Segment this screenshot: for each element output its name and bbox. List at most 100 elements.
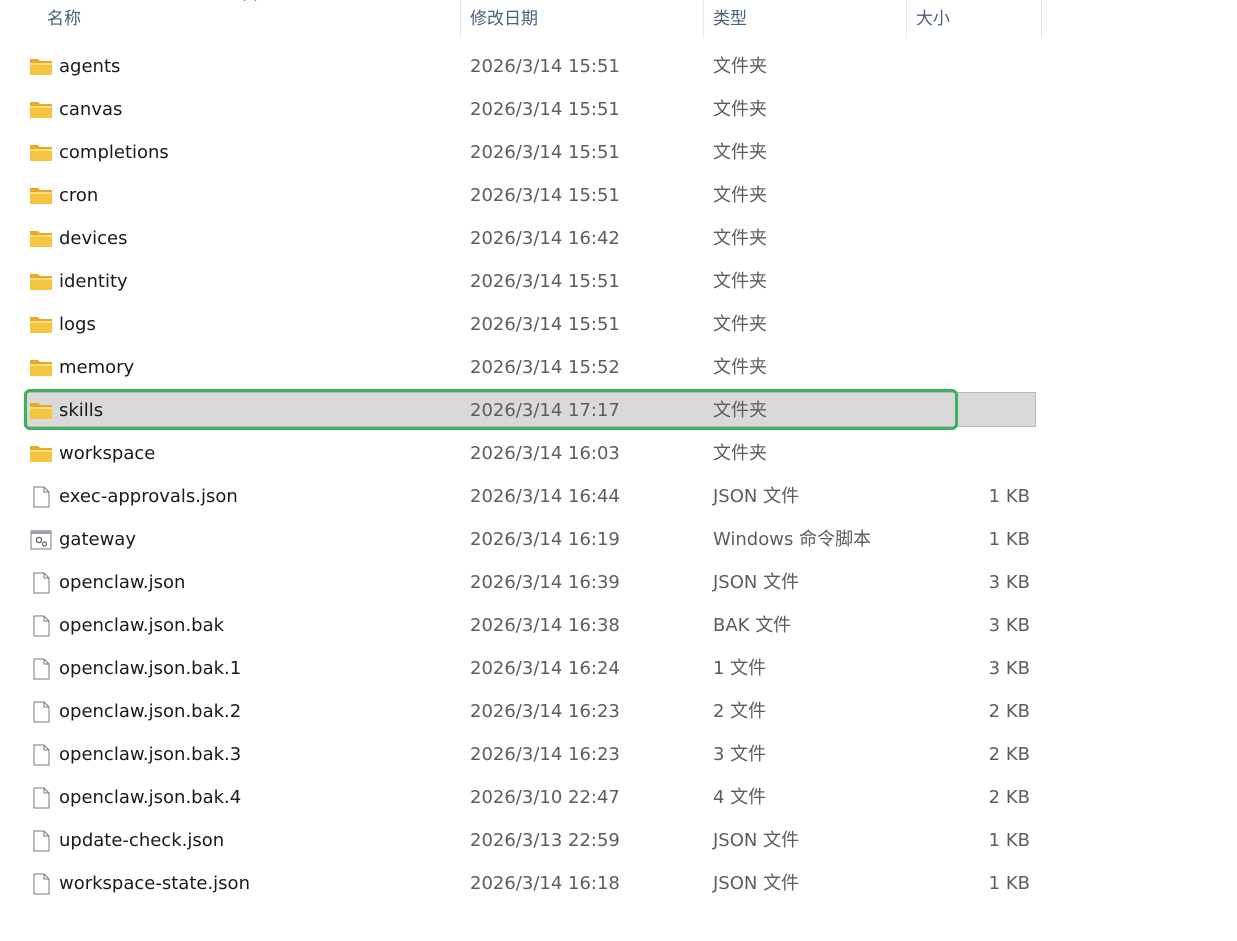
file-list: agents 2026/3/14 15:51 文件夹 canvas 2026/3/14 … [0, 45, 1237, 905]
file-name: workspace-state.json [59, 873, 250, 894]
folder-icon [30, 403, 52, 419]
file-date-modified: 2026/3/14 17:17 [470, 400, 620, 421]
file-row[interactable]: agents 2026/3/14 15:51 文件夹 [0, 45, 1237, 88]
folder-icon [30, 102, 52, 118]
file-name: logs [59, 314, 96, 335]
file-date-modified: 2026/3/14 16:23 [470, 701, 620, 722]
file-size: 1 KB [988, 873, 1030, 894]
file-row[interactable]: openclaw.json.bak.1 2026/3/14 16:24 1 文件 3 … [0, 647, 1237, 690]
file-date-modified: 2026/3/14 15:51 [470, 271, 620, 292]
file-date-modified: 2026/3/14 16:18 [470, 873, 620, 894]
header-type[interactable]: 类型 [704, 0, 907, 38]
file-row[interactable]: openclaw.json.bak 2026/3/14 16:38 BAK 文件 3 … [0, 604, 1237, 647]
file-date-modified: 2026/3/13 22:59 [470, 830, 620, 851]
file-name: devices [59, 228, 128, 249]
column-header: 名称 修改日期 类型 大小 [0, 0, 1042, 38]
folder-icon [30, 274, 52, 290]
script-icon [30, 530, 52, 550]
file-row[interactable]: openclaw.json 2026/3/14 16:39 JSON 文件 3 KB [0, 561, 1237, 604]
file-icon [33, 701, 50, 723]
file-row[interactable]: memory 2026/3/14 15:52 文件夹 [0, 346, 1237, 389]
file-row[interactable]: workspace-state.json 2026/3/14 16:18 JSON … [0, 862, 1237, 905]
file-icon [33, 572, 50, 594]
file-icon [33, 830, 50, 852]
file-name: openclaw.json.bak.1 [59, 658, 242, 679]
file-name: canvas [59, 99, 123, 120]
file-name: skills [59, 400, 104, 421]
file-date-modified: 2026/3/14 15:51 [470, 185, 620, 206]
file-name: gateway [59, 529, 136, 550]
file-type: 1 文件 [713, 658, 767, 679]
file-type: 文件夹 [713, 228, 767, 249]
file-size: 1 KB [988, 830, 1030, 851]
file-name: openclaw.json.bak.2 [59, 701, 242, 722]
file-row[interactable]: gateway 2026/3/14 16:19 Windows 命令脚本 1 KB [0, 518, 1237, 561]
file-name: openclaw.json [59, 572, 186, 593]
file-row[interactable]: canvas 2026/3/14 15:51 文件夹 [0, 88, 1237, 131]
file-date-modified: 2026/3/10 22:47 [470, 787, 620, 808]
file-date-modified: 2026/3/14 16:38 [470, 615, 620, 636]
file-name: memory [59, 357, 135, 378]
file-type: 文件夹 [713, 314, 767, 335]
file-type: 文件夹 [713, 357, 767, 378]
file-date-modified: 2026/3/14 16:42 [470, 228, 620, 249]
file-icon [33, 787, 50, 809]
file-date-modified: 2026/3/14 15:51 [470, 56, 620, 77]
file-date-modified: 2026/3/14 16:39 [470, 572, 620, 593]
file-type: BAK 文件 [713, 615, 792, 636]
folder-icon [30, 145, 52, 161]
file-type: 4 文件 [713, 787, 767, 808]
file-icon [33, 873, 50, 895]
file-type: 文件夹 [713, 56, 767, 77]
folder-icon [30, 360, 52, 376]
header-size[interactable]: 大小 [907, 0, 1042, 38]
file-size: 3 KB [988, 658, 1030, 679]
file-size: 1 KB [988, 529, 1030, 550]
file-size: 2 KB [988, 701, 1030, 722]
file-row[interactable]: logs 2026/3/14 15:51 文件夹 [0, 303, 1237, 346]
file-size: 2 KB [988, 787, 1030, 808]
file-name: openclaw.json.bak.3 [59, 744, 242, 765]
header-date-modified[interactable]: 修改日期 [461, 0, 704, 38]
file-name: exec-approvals.json [59, 486, 238, 507]
folder-icon [30, 188, 52, 204]
file-type: 文件夹 [713, 271, 767, 292]
file-row[interactable]: update-check.json 2026/3/13 22:59 JSON 文件 1… [0, 819, 1237, 862]
file-name: identity [59, 271, 128, 292]
file-type: 文件夹 [713, 142, 767, 163]
file-row[interactable]: devices 2026/3/14 16:42 文件夹 [0, 217, 1237, 260]
file-row[interactable]: openclaw.json.bak.3 2026/3/14 16:23 3 文件 2 … [0, 733, 1237, 776]
file-row-selected[interactable]: skills 2026/3/14 17:17 文件夹 [0, 389, 1237, 432]
file-size: 3 KB [988, 615, 1030, 636]
file-name: openclaw.json.bak.4 [59, 787, 242, 808]
file-size: 3 KB [988, 572, 1030, 593]
header-name[interactable]: 名称 [38, 0, 461, 38]
file-row[interactable]: cron 2026/3/14 15:51 文件夹 [0, 174, 1237, 217]
file-date-modified: 2026/3/14 15:52 [470, 357, 620, 378]
file-row[interactable]: completions 2026/3/14 15:51 文件夹 [0, 131, 1237, 174]
file-name: workspace [59, 443, 156, 464]
file-row[interactable]: openclaw.json.bak.4 2026/3/10 22:47 4 文件 2 … [0, 776, 1237, 819]
folder-icon [30, 446, 52, 462]
file-type: 文件夹 [713, 99, 767, 120]
file-date-modified: 2026/3/14 16:44 [470, 486, 620, 507]
folder-icon [30, 231, 52, 247]
file-type: JSON 文件 [713, 486, 800, 507]
file-row[interactable]: openclaw.json.bak.2 2026/3/14 16:23 2 文件 2 … [0, 690, 1237, 733]
file-name: completions [59, 142, 169, 163]
folder-icon [30, 59, 52, 75]
file-size: 1 KB [988, 486, 1030, 507]
file-date-modified: 2026/3/14 16:24 [470, 658, 620, 679]
file-icon [33, 486, 50, 508]
file-date-modified: 2026/3/14 15:51 [470, 142, 620, 163]
file-type: Windows 命令脚本 [713, 529, 872, 550]
file-row[interactable]: identity 2026/3/14 15:51 文件夹 [0, 260, 1237, 303]
file-date-modified: 2026/3/14 16:03 [470, 443, 620, 464]
file-name: openclaw.json.bak [59, 615, 225, 636]
folder-icon [30, 317, 52, 333]
file-name: agents [59, 56, 121, 77]
file-row[interactable]: exec-approvals.json 2026/3/14 16:44 JSON 文… [0, 475, 1237, 518]
file-type: JSON 文件 [713, 830, 800, 851]
file-date-modified: 2026/3/14 15:51 [470, 99, 620, 120]
file-row[interactable]: workspace 2026/3/14 16:03 文件夹 [0, 432, 1237, 475]
